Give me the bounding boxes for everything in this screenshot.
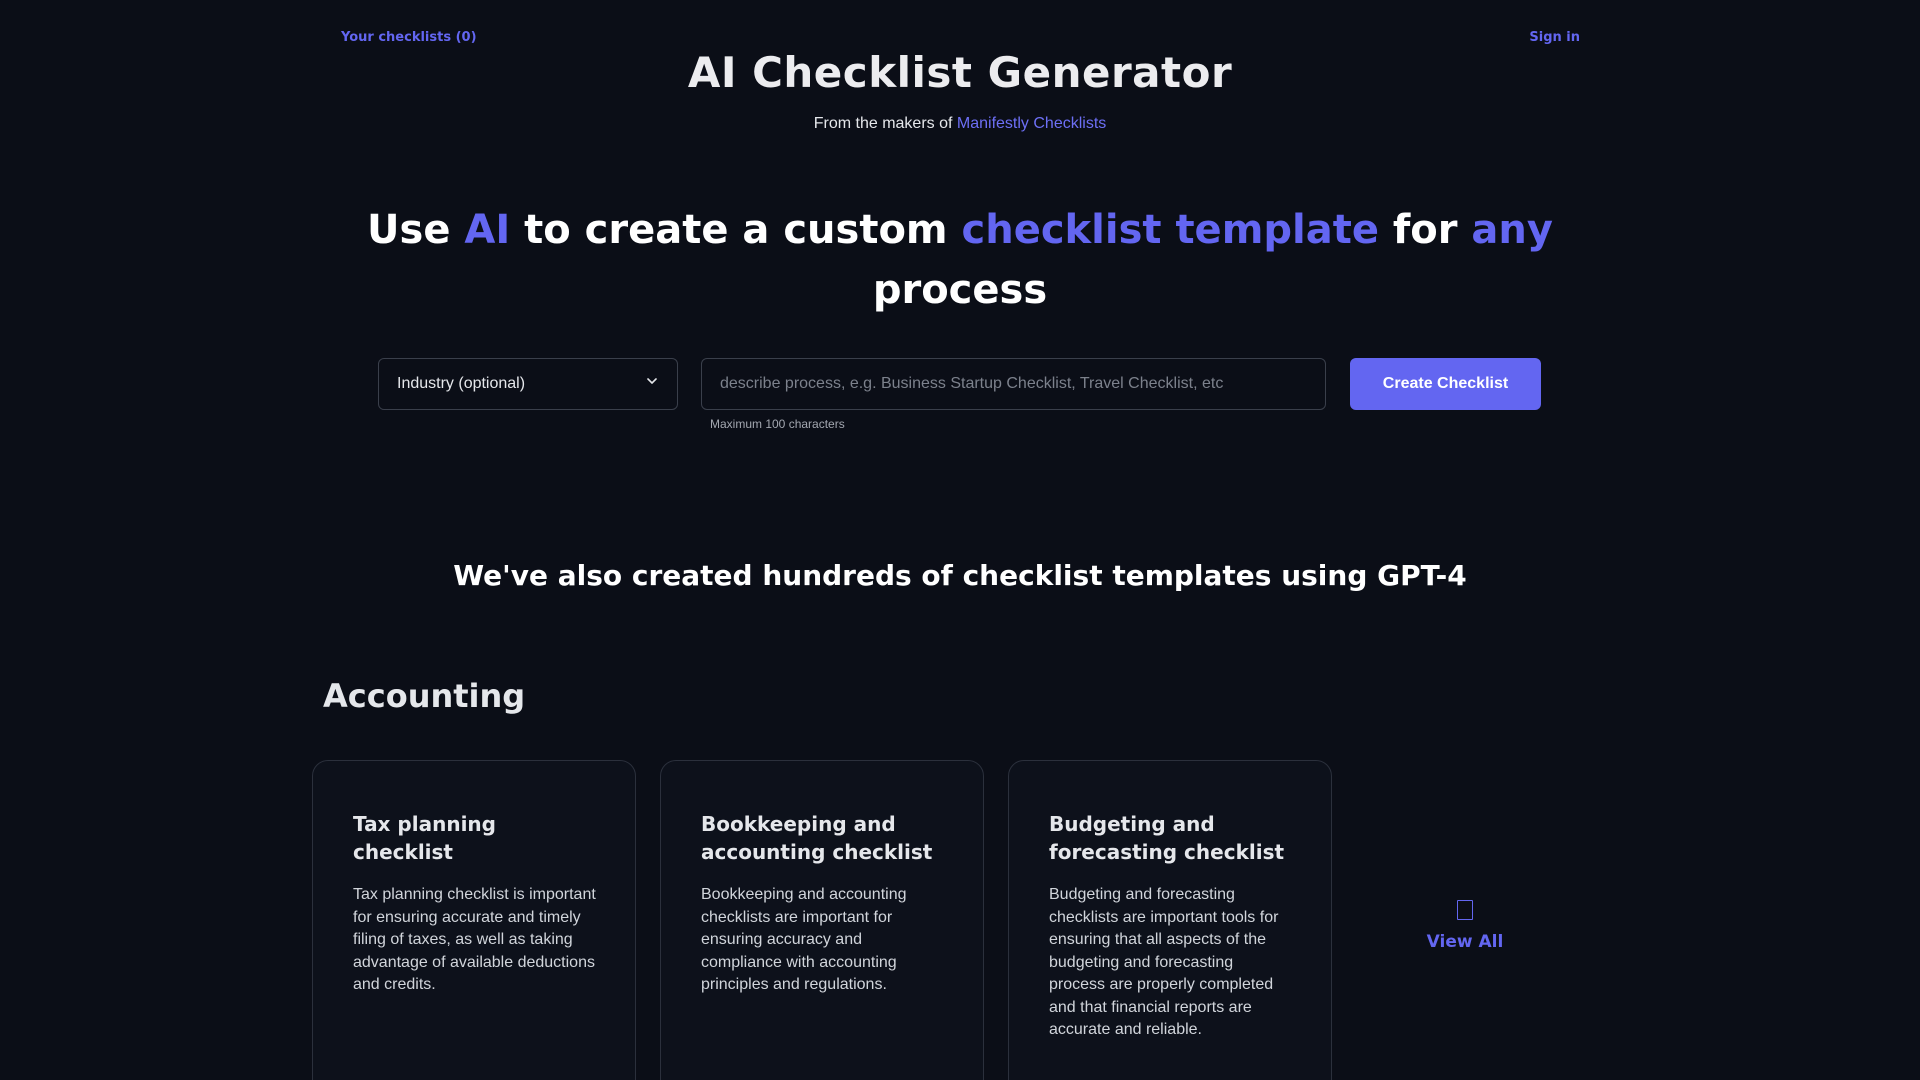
view-all-link[interactable]: View All <box>1380 900 1550 952</box>
page: Your checklists (0) Sign in AI Checklist… <box>0 0 1920 1080</box>
templates-heading: We've also created hundreds of checklist… <box>453 559 1467 592</box>
chevron-down-icon <box>647 378 657 384</box>
industry-select-value: Industry (optional) <box>397 375 526 392</box>
checklist-card-bookkeeping[interactable]: Bookkeeping and accounting checklist Boo… <box>660 760 984 1080</box>
subtitle: From the makers of Manifestly Checklists <box>0 115 1920 133</box>
document-icon <box>1457 900 1473 920</box>
app-title: AI Checklist Generator <box>687 48 1233 97</box>
hero-text-2: to create a custom <box>510 207 962 253</box>
industry-select[interactable]: Industry (optional) <box>378 358 678 410</box>
create-checklist-button[interactable]: Create Checklist <box>1350 358 1541 410</box>
card-description: Budgeting and forecasting checklists are… <box>1049 886 1279 1038</box>
hero-accent-ai: AI <box>464 207 511 253</box>
max-characters-hint: Maximum 100 characters <box>710 417 845 431</box>
checklist-card-tax-planning[interactable]: Tax planning checklist Tax planning chec… <box>312 760 636 1080</box>
category-title: Accounting <box>323 677 526 715</box>
card-title: Budgeting and forecasting checklist <box>1049 812 1285 864</box>
hero-text-3: for <box>1378 207 1472 253</box>
hero-text-1: Use <box>367 207 465 253</box>
hero-text-4: process <box>872 267 1048 313</box>
card-title: Tax planning checklist <box>353 812 496 864</box>
card-description: Bookkeeping and accounting checklists ar… <box>701 886 907 993</box>
hero-headline: Use AI to create a custom checklist temp… <box>360 200 1560 320</box>
hero-accent-any: any <box>1471 207 1553 253</box>
card-description: Tax planning checklist is important for … <box>353 886 596 993</box>
view-all-label: View All <box>1426 932 1504 952</box>
hero-accent-checklist-template: checklist template <box>961 207 1379 253</box>
your-checklists-link[interactable]: Your checklists (0) <box>341 30 477 45</box>
process-input[interactable] <box>701 358 1326 410</box>
sign-in-link[interactable]: Sign in <box>1529 30 1580 45</box>
card-title: Bookkeeping and accounting checklist <box>701 812 933 864</box>
checklist-card-budgeting[interactable]: Budgeting and forecasting checklist Budg… <box>1008 760 1332 1080</box>
manifestly-link[interactable]: Manifestly Checklists <box>957 115 1106 132</box>
subtitle-prefix: From the makers of <box>813 115 953 132</box>
